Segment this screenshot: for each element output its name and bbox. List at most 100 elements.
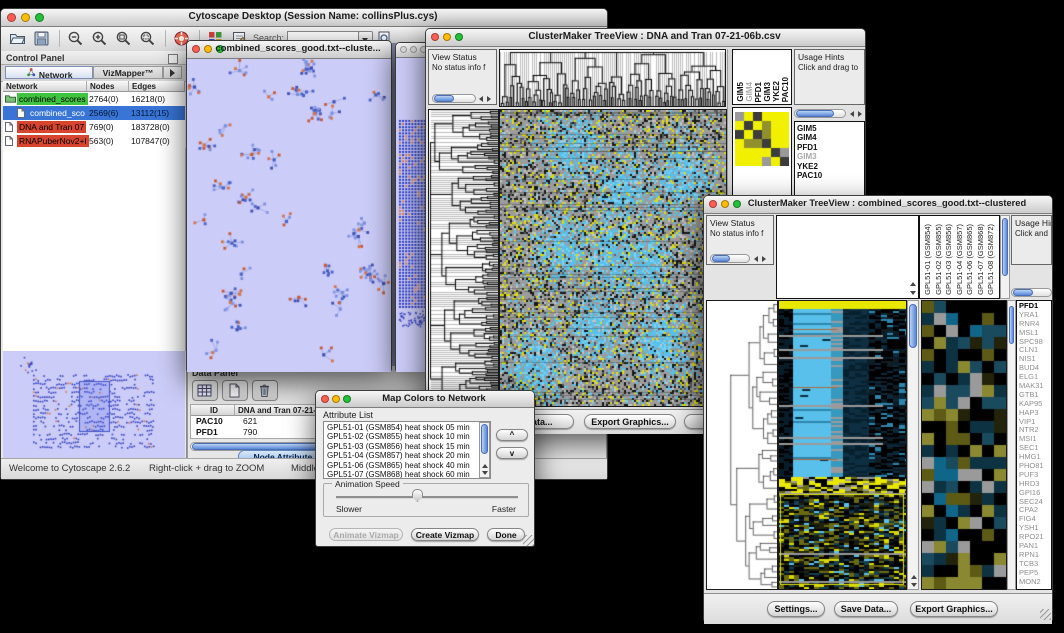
scrollbar-thumb[interactable]	[481, 424, 488, 454]
column-dendrogram-canvas[interactable]	[499, 49, 726, 107]
column-header[interactable]: Network	[3, 81, 87, 92]
column-label[interactable]: GPL51-03 (GSM856)	[944, 224, 953, 295]
attribute-list-item[interactable]: GPL51-06 (GSM865) heat shock 40 min	[324, 461, 478, 470]
scrollbar-thumb[interactable]	[1002, 218, 1008, 276]
column-label[interactable]: YKE2	[772, 81, 781, 102]
animate-vizmap-button[interactable]: Animate Vizmap	[329, 528, 403, 541]
scroll-right-icon[interactable]	[858, 111, 862, 117]
scroll-left-icon[interactable]	[479, 96, 483, 102]
list-vscrollbar[interactable]	[479, 422, 490, 478]
column-label[interactable]: PAC10	[781, 77, 790, 102]
gene-label[interactable]: PFD1	[795, 143, 864, 152]
network-tree-row[interactable]: RNAPuberNov2+I563(0)107847(0)	[3, 134, 185, 148]
attribute-list-item[interactable]: GPL51-07 (GSM868) heat shock 60 min	[324, 470, 478, 479]
export-graphics-button[interactable]: Export Graphics...	[910, 601, 998, 617]
delete-attribute-icon[interactable]	[252, 380, 278, 401]
network-tree-row[interactable]: combined_scores2764(0)16218(0)	[3, 92, 185, 106]
main-titlebar[interactable]: Cytoscape Desktop (Session Name: collins…	[1, 9, 607, 27]
column-label[interactable]: GPL51-04 (GSM857)	[955, 224, 964, 295]
gene-label[interactable]: GIM4	[795, 133, 864, 142]
save-icon[interactable]	[33, 30, 51, 48]
heatmap-vscrollbar[interactable]	[907, 300, 919, 590]
scroll-up-icon[interactable]	[482, 464, 488, 468]
gene-label[interactable]: GIM3	[795, 152, 864, 161]
usage-hscrollbar[interactable]	[1011, 288, 1052, 297]
close-icon[interactable]	[321, 395, 329, 403]
scroll-right-icon[interactable]	[487, 96, 491, 102]
close-icon[interactable]	[192, 45, 200, 53]
treeview1-titlebar[interactable]: ClusterMaker TreeView : DNA and Tran 07-…	[426, 29, 865, 47]
network-tree-row[interactable]: DNA and Tran 07769(0)183728(0)	[3, 120, 185, 134]
birdseye-view[interactable]	[3, 351, 185, 459]
column-label[interactable]: GIM5	[736, 82, 745, 102]
scrollbar-thumb[interactable]	[1009, 306, 1014, 344]
tab-overflow[interactable]	[163, 66, 182, 79]
labels-vscrollbar[interactable]	[1000, 215, 1010, 299]
new-document-icon[interactable]	[222, 380, 248, 401]
column-header[interactable]: Nodes	[87, 81, 129, 92]
minimize-icon[interactable]	[410, 46, 417, 53]
column-label[interactable]: GIM3	[763, 82, 772, 102]
id-column-header[interactable]: ID	[191, 405, 235, 416]
dialog-titlebar[interactable]: Map Colors to Network	[316, 391, 534, 408]
slider-track[interactable]	[336, 496, 518, 499]
column-header[interactable]: Edges	[129, 81, 185, 92]
scroll-left-icon[interactable]	[754, 256, 758, 262]
scroll-down-icon[interactable]	[482, 471, 488, 475]
column-dendrogram-panel[interactable]	[776, 215, 919, 299]
network-view-titlebar[interactable]: combined_scores_good.txt--cluste...	[187, 41, 391, 59]
usage-hscrollbar[interactable]	[794, 109, 846, 118]
attribute-list-item[interactable]: GPL51-01 (GSM854) heat shock 05 min	[324, 423, 478, 432]
zoom-in-icon[interactable]	[91, 30, 109, 48]
network-canvas[interactable]	[187, 59, 391, 372]
scroll-left-icon[interactable]	[850, 111, 854, 117]
scroll-up-icon[interactable]	[911, 575, 917, 579]
scroll-up-icon[interactable]	[910, 282, 916, 286]
column-label[interactable]: GPL51-08 (GSM872)	[986, 224, 995, 295]
heatmap-canvas[interactable]	[778, 300, 907, 590]
zoom-out-icon[interactable]	[67, 30, 85, 48]
close-icon[interactable]	[431, 33, 439, 41]
column-label[interactable]: PFD1	[754, 82, 763, 102]
move-down-button[interactable]: v	[496, 447, 528, 459]
gene-label[interactable]: MON2	[1017, 578, 1051, 587]
scrollbar-thumb[interactable]	[909, 304, 917, 348]
status-hscrollbar[interactable]	[710, 254, 750, 263]
row-dendrogram-canvas[interactable]	[428, 109, 499, 407]
move-up-button[interactable]: ^	[496, 429, 528, 441]
gene-label[interactable]: PAC10	[795, 171, 864, 180]
column-label[interactable]: GPL51-07 (GSM868)	[976, 224, 985, 295]
float-panel-icon[interactable]	[168, 54, 178, 64]
close-icon[interactable]	[709, 200, 717, 208]
attribute-list-item[interactable]: GPL51-03 (GSM856) heat shock 15 min	[324, 442, 478, 451]
heatmap-canvas[interactable]	[499, 109, 727, 407]
mini-heatmap-canvas[interactable]	[735, 112, 789, 166]
attribute-table-icon[interactable]	[192, 380, 218, 401]
status-hscrollbar[interactable]	[432, 94, 476, 103]
gene-label[interactable]: GIM5	[795, 124, 864, 133]
close-icon[interactable]	[7, 13, 16, 22]
scroll-right-icon[interactable]	[762, 256, 766, 262]
tab-vizmapper[interactable]: VizMapper™	[93, 66, 163, 79]
done-button[interactable]: Done	[487, 528, 525, 541]
open-file-icon[interactable]	[9, 30, 27, 48]
attribute-list-item[interactable]: GPL51-04 (GSM857) heat shock 20 min	[324, 451, 478, 460]
column-label[interactable]: GPL51-02 (GSM855)	[934, 224, 943, 295]
column-label[interactable]: GIM4	[745, 82, 754, 102]
gene-label[interactable]: YKE2	[795, 162, 864, 171]
attribute-list-item[interactable]: GPL51-02 (GSM855) heat shock 10 min	[324, 432, 478, 441]
create-vizmap-button[interactable]: Create Vizmap	[411, 528, 479, 541]
zoom-heatmap-canvas[interactable]	[921, 300, 1007, 590]
column-label[interactable]: GPL51-01 (GSM854)	[923, 224, 932, 295]
network-tree-row[interactable]: combined_sco2569(6)13112(15)	[3, 106, 185, 120]
close-icon[interactable]	[400, 46, 407, 53]
save-data-button[interactable]: Save Data...	[834, 601, 898, 617]
treeview2-titlebar[interactable]: ClusterMaker TreeView : combined_scores_…	[704, 196, 1052, 214]
scroll-down-icon[interactable]	[911, 583, 917, 587]
zoom-vscrollbar[interactable]	[1007, 300, 1016, 590]
minimize-icon[interactable]	[332, 395, 340, 403]
resize-grip[interactable]	[1040, 609, 1051, 620]
zoom-selected-icon[interactable]	[139, 30, 157, 48]
column-label[interactable]: GPL51-06 (GSM865)	[965, 224, 974, 295]
animation-speed-slider[interactable]	[412, 489, 423, 502]
